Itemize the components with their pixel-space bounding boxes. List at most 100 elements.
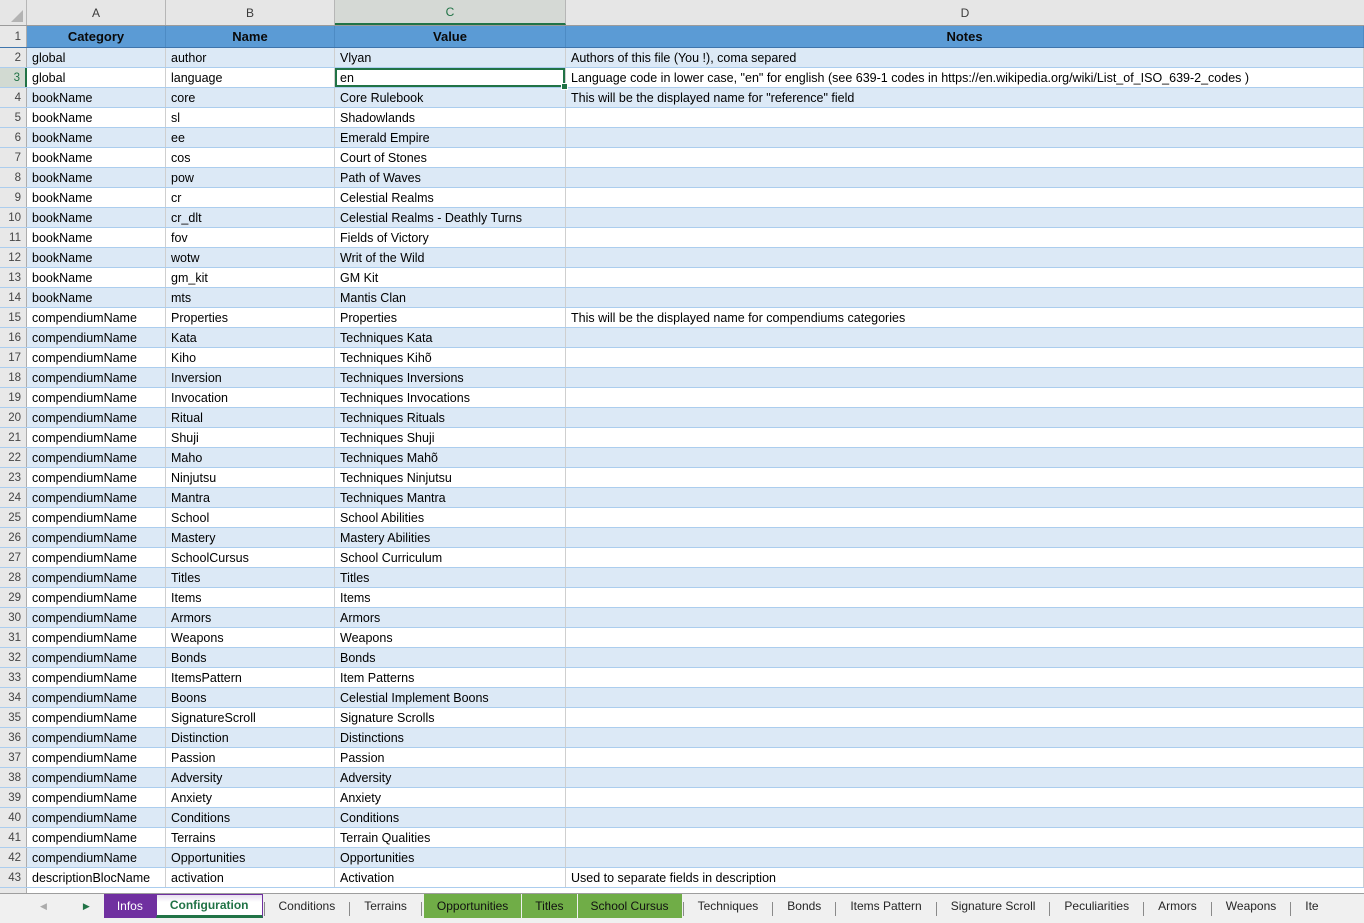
- row-header[interactable]: 15: [0, 308, 27, 327]
- cell-category[interactable]: compendiumName: [27, 728, 166, 747]
- cell-notes[interactable]: [566, 508, 1364, 527]
- cell-notes[interactable]: [566, 548, 1364, 567]
- cell-category[interactable]: bookName: [27, 128, 166, 147]
- row-header[interactable]: 9: [0, 188, 27, 207]
- cell-notes[interactable]: [566, 108, 1364, 127]
- row-header[interactable]: 34: [0, 688, 27, 707]
- cell-name[interactable]: cos: [166, 148, 335, 167]
- cell-category[interactable]: bookName: [27, 168, 166, 187]
- cell-name[interactable]: SignatureScroll: [166, 708, 335, 727]
- cell-notes[interactable]: [566, 228, 1364, 247]
- cell-category[interactable]: bookName: [27, 208, 166, 227]
- sheet-tab-titles[interactable]: Titles: [522, 894, 576, 918]
- row-header[interactable]: 32: [0, 648, 27, 667]
- cell-category[interactable]: compendiumName: [27, 748, 166, 767]
- cell-category[interactable]: bookName: [27, 148, 166, 167]
- cell-name[interactable]: mts: [166, 288, 335, 307]
- tabs-scroll-right-icon[interactable]: ▶: [83, 902, 90, 911]
- row-header[interactable]: 38: [0, 768, 27, 787]
- cell-name[interactable]: Ritual: [166, 408, 335, 427]
- cell-name[interactable]: pow: [166, 168, 335, 187]
- cell-name[interactable]: Adversity: [166, 768, 335, 787]
- cell-value[interactable]: Item Patterns: [335, 668, 566, 687]
- row-header[interactable]: 27: [0, 548, 27, 567]
- cell-value[interactable]: Celestial Implement Boons: [335, 688, 566, 707]
- cell-notes[interactable]: [566, 848, 1364, 867]
- sheet-tab-techniques[interactable]: Techniques: [685, 894, 772, 918]
- cell-notes[interactable]: [566, 428, 1364, 447]
- cell-value[interactable]: Path of Waves: [335, 168, 566, 187]
- cell-name[interactable]: Shuji: [166, 428, 335, 447]
- cell-notes[interactable]: Authors of this file (You !), coma separ…: [566, 48, 1364, 67]
- cell-name[interactable]: gm_kit: [166, 268, 335, 287]
- cell-notes[interactable]: [566, 368, 1364, 387]
- cell-name[interactable]: ItemsPattern: [166, 668, 335, 687]
- cell-notes[interactable]: Language code in lower case, "en" for en…: [566, 68, 1364, 87]
- cell-category[interactable]: compendiumName: [27, 448, 166, 467]
- cell-notes[interactable]: [566, 588, 1364, 607]
- cell-value[interactable]: Techniques Invocations: [335, 388, 566, 407]
- cell-value[interactable]: Fields of Victory: [335, 228, 566, 247]
- row-header[interactable]: 29: [0, 588, 27, 607]
- cell-name[interactable]: Mantra: [166, 488, 335, 507]
- sheet-tab-terrains[interactable]: Terrains: [351, 894, 420, 918]
- row-header[interactable]: 8: [0, 168, 27, 187]
- cell-value[interactable]: Techniques Inversions: [335, 368, 566, 387]
- select-all-corner[interactable]: [0, 0, 27, 25]
- cell-category[interactable]: compendiumName: [27, 508, 166, 527]
- sheet-tab-school-cursus[interactable]: School Cursus: [578, 894, 682, 918]
- row-header[interactable]: 31: [0, 628, 27, 647]
- row-header[interactable]: 18: [0, 368, 27, 387]
- cell-category[interactable]: compendiumName: [27, 528, 166, 547]
- cell-category[interactable]: bookName: [27, 288, 166, 307]
- row-header[interactable]: 33: [0, 668, 27, 687]
- cell-category[interactable]: bookName: [27, 88, 166, 107]
- cell-value[interactable]: Mantis Clan: [335, 288, 566, 307]
- cell-notes[interactable]: [566, 128, 1364, 147]
- cell-name[interactable]: School: [166, 508, 335, 527]
- cell-category[interactable]: bookName: [27, 248, 166, 267]
- row-header[interactable]: 41: [0, 828, 27, 847]
- cell-value[interactable]: Techniques Shuji: [335, 428, 566, 447]
- cell-category[interactable]: bookName: [27, 228, 166, 247]
- row-header[interactable]: 26: [0, 528, 27, 547]
- header-cell-notes[interactable]: Notes: [566, 26, 1364, 47]
- cell-name[interactable]: Conditions: [166, 808, 335, 827]
- cell-name[interactable]: Ninjutsu: [166, 468, 335, 487]
- sheet-tab-conditions[interactable]: Conditions: [266, 894, 349, 918]
- row-header[interactable]: 1: [0, 26, 27, 47]
- cell-notes[interactable]: [566, 668, 1364, 687]
- row-header[interactable]: 12: [0, 248, 27, 267]
- cell-category[interactable]: global: [27, 68, 166, 87]
- cell-name[interactable]: Properties: [166, 308, 335, 327]
- row-header[interactable]: 3: [0, 68, 27, 87]
- cell-category[interactable]: compendiumName: [27, 708, 166, 727]
- cell-value[interactable]: Weapons: [335, 628, 566, 647]
- cell-name[interactable]: Boons: [166, 688, 335, 707]
- cell-notes[interactable]: [566, 748, 1364, 767]
- cell-category[interactable]: compendiumName: [27, 688, 166, 707]
- cell-notes[interactable]: [566, 388, 1364, 407]
- row-header[interactable]: 13: [0, 268, 27, 287]
- row-header[interactable]: 23: [0, 468, 27, 487]
- sheet-tab-items-pattern[interactable]: Items Pattern: [837, 894, 934, 918]
- row-header[interactable]: 17: [0, 348, 27, 367]
- cell-category[interactable]: compendiumName: [27, 548, 166, 567]
- cell-name[interactable]: wotw: [166, 248, 335, 267]
- row-header[interactable]: 36: [0, 728, 27, 747]
- cell-category[interactable]: compendiumName: [27, 468, 166, 487]
- cell-name[interactable]: Distinction: [166, 728, 335, 747]
- cell-value[interactable]: Armors: [335, 608, 566, 627]
- header-cell-name[interactable]: Name: [166, 26, 335, 47]
- cell-value[interactable]: Mastery Abilities: [335, 528, 566, 547]
- sheet-tab-signature-scroll[interactable]: Signature Scroll: [938, 894, 1049, 918]
- cell-value[interactable]: Conditions: [335, 808, 566, 827]
- cell-category[interactable]: compendiumName: [27, 768, 166, 787]
- cell-notes[interactable]: [566, 188, 1364, 207]
- cell-category[interactable]: global: [27, 48, 166, 67]
- cell-name[interactable]: Mastery: [166, 528, 335, 547]
- cell-notes[interactable]: [566, 408, 1364, 427]
- cell-category[interactable]: compendiumName: [27, 788, 166, 807]
- cell-category[interactable]: compendiumName: [27, 328, 166, 347]
- cell-value[interactable]: Techniques Kata: [335, 328, 566, 347]
